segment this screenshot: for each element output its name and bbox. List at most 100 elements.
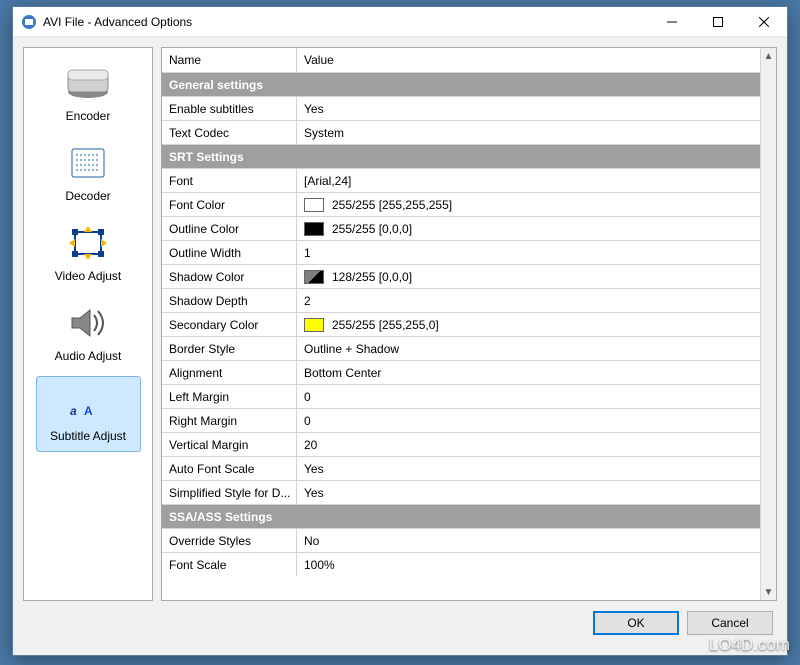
sidebar-item-label: Decoder	[65, 189, 110, 203]
section-header: SRT Settings	[162, 144, 760, 168]
property-value[interactable]: System	[297, 121, 760, 144]
ok-button[interactable]: OK	[593, 611, 679, 635]
property-row[interactable]: Simplified Style for D...Yes	[162, 480, 760, 504]
property-value[interactable]: 255/255 [255,255,255]	[297, 193, 760, 216]
property-row[interactable]: Shadow Color128/255 [0,0,0]	[162, 264, 760, 288]
property-name: Shadow Color	[162, 265, 297, 288]
property-row[interactable]: Text CodecSystem	[162, 120, 760, 144]
sidebar-item-encoder[interactable]: Encoder	[36, 56, 141, 132]
sidebar-item-decoder[interactable]: Decoder	[36, 136, 141, 212]
sidebar-item-video-adjust[interactable]: Video Adjust	[36, 216, 141, 292]
property-row[interactable]: Vertical Margin20	[162, 432, 760, 456]
audio-adjust-icon	[64, 303, 112, 343]
property-name: Shadow Depth	[162, 289, 297, 312]
color-swatch	[304, 198, 324, 212]
property-name: Border Style	[162, 337, 297, 360]
property-value[interactable]: No	[297, 529, 760, 552]
property-row[interactable]: Outline Width1	[162, 240, 760, 264]
color-swatch	[304, 222, 324, 236]
window-title: AVI File - Advanced Options	[43, 15, 649, 29]
color-swatch	[304, 318, 324, 332]
property-value[interactable]: 100%	[297, 553, 760, 576]
sidebar: Encoder Decoder	[23, 47, 153, 601]
scroll-up-icon[interactable]: ▲	[761, 48, 776, 64]
scroll-down-icon[interactable]: ▼	[761, 584, 776, 600]
property-name: Alignment	[162, 361, 297, 384]
property-grid: NameValueGeneral settingsEnable subtitle…	[161, 47, 777, 601]
property-name: Text Codec	[162, 121, 297, 144]
property-value[interactable]: 2	[297, 289, 760, 312]
column-header-name[interactable]: Name	[162, 48, 297, 72]
property-name: Font	[162, 169, 297, 192]
window-controls	[649, 7, 787, 37]
property-row[interactable]: Font Scale100%	[162, 552, 760, 576]
dialog-window: AVI File - Advanced Options Encoder	[12, 6, 788, 656]
property-name: Override Styles	[162, 529, 297, 552]
sidebar-item-label: Encoder	[66, 109, 111, 123]
property-name: Font Scale	[162, 553, 297, 576]
property-row[interactable]: Border StyleOutline + Shadow	[162, 336, 760, 360]
column-header-value[interactable]: Value	[297, 48, 760, 72]
section-header: SSA/ASS Settings	[162, 504, 760, 528]
property-value[interactable]: Yes	[297, 97, 760, 120]
property-row[interactable]: Enable subtitlesYes	[162, 96, 760, 120]
property-value[interactable]: 1	[297, 241, 760, 264]
subtitle-adjust-icon: a A	[64, 383, 112, 423]
property-name: Auto Font Scale	[162, 457, 297, 480]
close-button[interactable]	[741, 7, 787, 37]
section-header: General settings	[162, 72, 760, 96]
sidebar-item-label: Audio Adjust	[55, 349, 122, 363]
grid-header: NameValue	[162, 48, 760, 72]
property-value[interactable]: 20	[297, 433, 760, 456]
sidebar-item-audio-adjust[interactable]: Audio Adjust	[36, 296, 141, 372]
cancel-button[interactable]: Cancel	[687, 611, 773, 635]
property-value[interactable]: 255/255 [255,255,0]	[297, 313, 760, 336]
titlebar[interactable]: AVI File - Advanced Options	[13, 7, 787, 37]
vertical-scrollbar[interactable]: ▲ ▼	[760, 48, 776, 600]
property-name: Right Margin	[162, 409, 297, 432]
property-row[interactable]: Secondary Color255/255 [255,255,0]	[162, 312, 760, 336]
property-row[interactable]: Auto Font ScaleYes	[162, 456, 760, 480]
svg-text:a: a	[70, 404, 77, 418]
encoder-icon	[64, 63, 112, 103]
property-row[interactable]: Font[Arial,24]	[162, 168, 760, 192]
property-row[interactable]: Override StylesNo	[162, 528, 760, 552]
minimize-button[interactable]	[649, 7, 695, 37]
sidebar-item-subtitle-adjust[interactable]: a A Subtitle Adjust	[36, 376, 141, 452]
property-row[interactable]: Right Margin0	[162, 408, 760, 432]
property-row[interactable]: Left Margin0	[162, 384, 760, 408]
dialog-content: Encoder Decoder	[13, 37, 787, 655]
watermark: LO4D.com	[709, 635, 790, 655]
property-value[interactable]: [Arial,24]	[297, 169, 760, 192]
sidebar-item-label: Video Adjust	[55, 269, 122, 283]
property-value[interactable]: Yes	[297, 481, 760, 504]
property-value[interactable]: 0	[297, 385, 760, 408]
property-name: Secondary Color	[162, 313, 297, 336]
main-area: Encoder Decoder	[23, 47, 777, 601]
property-value[interactable]: Yes	[297, 457, 760, 480]
property-name: Left Margin	[162, 385, 297, 408]
property-value[interactable]: 128/255 [0,0,0]	[297, 265, 760, 288]
property-value[interactable]: 0	[297, 409, 760, 432]
property-name: Outline Color	[162, 217, 297, 240]
property-value[interactable]: 255/255 [0,0,0]	[297, 217, 760, 240]
property-name: Font Color	[162, 193, 297, 216]
decoder-icon	[64, 143, 112, 183]
sidebar-item-label: Subtitle Adjust	[50, 429, 126, 443]
property-row[interactable]: Font Color255/255 [255,255,255]	[162, 192, 760, 216]
property-name: Outline Width	[162, 241, 297, 264]
property-name: Simplified Style for D...	[162, 481, 297, 504]
property-name: Enable subtitles	[162, 97, 297, 120]
color-swatch	[304, 270, 324, 284]
app-icon	[21, 14, 37, 30]
property-value[interactable]: Bottom Center	[297, 361, 760, 384]
svg-text:A: A	[84, 404, 93, 418]
video-adjust-icon	[64, 223, 112, 263]
property-row[interactable]: Shadow Depth2	[162, 288, 760, 312]
dialog-button-bar: OK Cancel	[23, 601, 777, 645]
maximize-button[interactable]	[695, 7, 741, 37]
property-row[interactable]: AlignmentBottom Center	[162, 360, 760, 384]
property-name: Vertical Margin	[162, 433, 297, 456]
property-row[interactable]: Outline Color255/255 [0,0,0]	[162, 216, 760, 240]
property-value[interactable]: Outline + Shadow	[297, 337, 760, 360]
